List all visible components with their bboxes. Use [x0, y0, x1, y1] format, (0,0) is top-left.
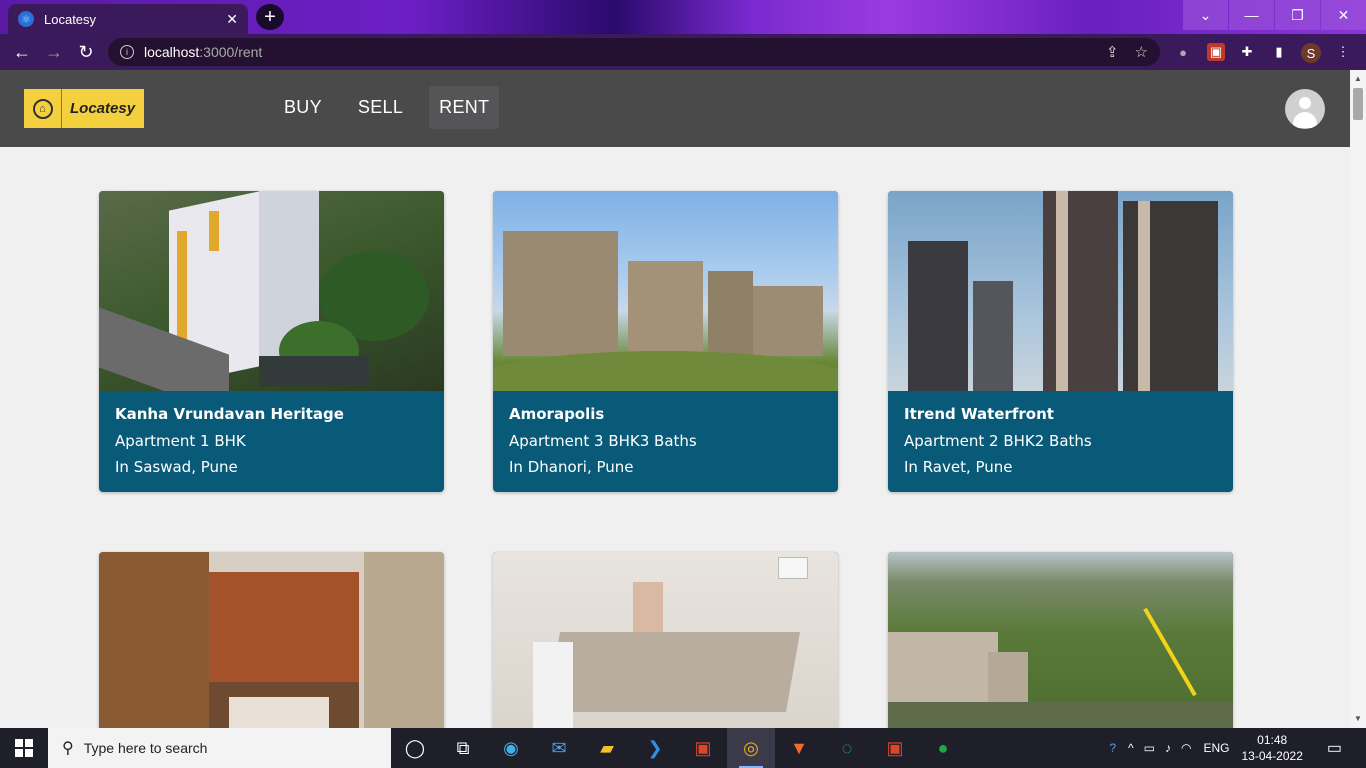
side-panel-icon[interactable]: ▮ — [1270, 43, 1288, 61]
battery-icon[interactable]: ▭ — [1144, 741, 1155, 755]
help-icon[interactable]: ? — [1109, 741, 1116, 755]
listing-location: In Dhanori, Pune — [509, 458, 634, 476]
listing-type: Apartment 3 BHK3 Baths — [509, 432, 697, 450]
profile-avatar[interactable]: S — [1301, 43, 1321, 63]
listing-type: Apartment 1 BHK — [115, 432, 246, 450]
minimize-button[interactable]: — — [1229, 0, 1274, 30]
chrome-icon[interactable]: ◎ — [727, 728, 775, 768]
language-indicator[interactable]: ENG — [1203, 741, 1229, 755]
listing-image — [99, 552, 444, 728]
tab-close-icon[interactable]: ✕ — [226, 11, 238, 28]
scroll-down-icon[interactable]: ▼ — [1354, 714, 1362, 723]
tray-expand-icon[interactable]: ^ — [1128, 741, 1134, 755]
user-avatar-icon[interactable] — [1285, 89, 1325, 129]
mongodb-icon[interactable]: ● — [919, 728, 967, 768]
office-icon-2[interactable]: ▣ — [871, 728, 919, 768]
edge-icon[interactable]: ◉ — [487, 728, 535, 768]
reload-icon[interactable]: ↻ — [74, 40, 98, 64]
brave-icon[interactable]: ▼ — [775, 728, 823, 768]
clock[interactable]: 01:48 13-04-2022 — [1241, 732, 1302, 764]
url-host: localhost — [144, 44, 200, 60]
nav-sell[interactable]: SELL — [348, 86, 413, 129]
new-tab-button[interactable]: + — [256, 4, 284, 30]
listing-name: Amorapolis — [509, 405, 605, 423]
main-nav: BUY SELL RENT — [274, 86, 515, 129]
forward-icon[interactable]: → — [42, 40, 66, 64]
address-bar[interactable]: i localhost :3000/rent ⇪ ☆ — [108, 38, 1160, 66]
ring-app-icon[interactable]: ◌ — [823, 728, 871, 768]
bookmark-star-icon[interactable]: ☆ — [1135, 43, 1148, 61]
cortana-icon[interactable]: ◯ — [391, 728, 439, 768]
wifi-icon[interactable]: ◠ — [1181, 741, 1191, 755]
tab-search-icon[interactable]: ⌄ — [1183, 0, 1228, 30]
mail-icon[interactable]: ✉ — [535, 728, 583, 768]
listing-card[interactable] — [493, 552, 838, 728]
listing-name: Kanha Vrundavan Heritage — [115, 405, 344, 423]
search-placeholder: Type here to search — [83, 740, 208, 756]
listing-type: Apartment 2 BHK2 Baths — [904, 432, 1092, 450]
listing-card[interactable]: Itrend Waterfront Apartment 2 BHK2 Baths… — [888, 191, 1233, 492]
windows-taskbar: ⚲ Type here to search ◯ ⧉ ◉ ✉ ▰ ❯ ▣ ◎ ▼ … — [0, 728, 1366, 768]
extensions-puzzle-icon[interactable]: ✚ — [1238, 43, 1256, 61]
back-icon[interactable]: ← — [10, 40, 34, 64]
app-header: ⌂ Locatesy BUY SELL RENT — [0, 70, 1350, 147]
clock-time: 01:48 — [1257, 733, 1288, 747]
page-content: ⌂ Locatesy BUY SELL RENT Kanha Vrundavan… — [0, 70, 1350, 728]
home-logo-icon: ⌂ — [24, 89, 62, 128]
notifications-icon[interactable]: ▭ — [1327, 738, 1342, 758]
task-view-icon[interactable]: ⧉ — [439, 728, 487, 768]
taskbar-search[interactable]: ⚲ Type here to search — [48, 728, 391, 768]
listing-name: Itrend Waterfront — [904, 405, 1054, 423]
listing-card[interactable] — [99, 552, 444, 728]
start-button[interactable] — [0, 728, 48, 768]
search-icon: ⚲ — [62, 740, 74, 757]
listing-card[interactable]: Kanha Vrundavan Heritage Apartment 1 BHK… — [99, 191, 444, 492]
browser-titlebar: ⚛ Locatesy ✕ + ⌄ — ❐ ✕ — [0, 0, 1366, 34]
url-path: :3000/rent — [199, 44, 263, 60]
listing-image — [888, 191, 1233, 391]
logo-text: Locatesy — [70, 100, 136, 117]
nav-buy[interactable]: BUY — [274, 86, 332, 129]
scroll-up-icon[interactable]: ▲ — [1354, 74, 1362, 83]
logo[interactable]: ⌂ Locatesy — [24, 89, 144, 128]
scrollbar-thumb[interactable] — [1353, 88, 1363, 120]
tab-title: Locatesy — [44, 11, 97, 27]
listing-image — [888, 552, 1233, 728]
listing-image — [493, 552, 838, 728]
browser-menu-icon[interactable]: ⋮ — [1334, 43, 1352, 61]
office-icon[interactable]: ▣ — [679, 728, 727, 768]
system-tray: ? ^ ▭ ♪ ◠ ENG 01:48 13-04-2022 ▭ — [1109, 728, 1366, 768]
nav-rent[interactable]: RENT — [429, 86, 500, 129]
listing-card[interactable]: Amorapolis Apartment 3 BHK3 Baths In Dha… — [493, 191, 838, 492]
listing-card[interactable] — [888, 552, 1233, 728]
listing-location: In Ravet, Pune — [904, 458, 1013, 476]
page-scrollbar[interactable]: ▲ ▼ — [1350, 70, 1366, 728]
restore-button[interactable]: ❐ — [1275, 0, 1320, 30]
vscode-icon[interactable]: ❯ — [631, 728, 679, 768]
listing-image — [493, 191, 838, 391]
share-icon[interactable]: ⇪ — [1106, 43, 1119, 61]
file-explorer-icon[interactable]: ▰ — [583, 728, 631, 768]
browser-toolbar: ← → ↻ i localhost :3000/rent ⇪ ☆ ● ▣ ✚ ▮… — [0, 34, 1366, 70]
react-favicon-icon: ⚛ — [18, 11, 34, 27]
extension-icon[interactable]: ● — [1174, 43, 1192, 61]
browser-tab[interactable]: ⚛ Locatesy ✕ — [8, 4, 248, 34]
listing-location: In Saswad, Pune — [115, 458, 238, 476]
close-window-button[interactable]: ✕ — [1321, 0, 1366, 30]
windows-logo-icon — [15, 739, 33, 757]
site-info-icon[interactable]: i — [120, 45, 134, 59]
volume-icon[interactable]: ♪ — [1165, 741, 1171, 755]
listing-image — [99, 191, 444, 391]
clock-date: 13-04-2022 — [1241, 749, 1303, 763]
extension-red-icon[interactable]: ▣ — [1207, 43, 1225, 61]
